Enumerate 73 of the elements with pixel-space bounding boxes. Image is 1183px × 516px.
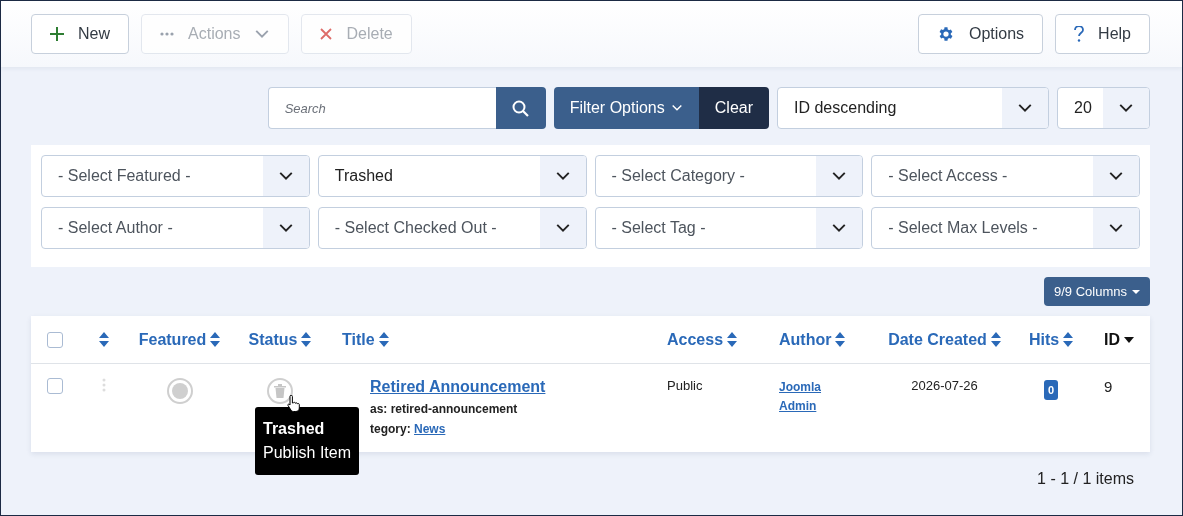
- category-link[interactable]: News: [414, 422, 446, 436]
- sort-icon: [727, 332, 738, 347]
- select-all-checkbox[interactable]: [47, 331, 63, 348]
- column-header[interactable]: Date Created: [888, 330, 1001, 349]
- clear-button[interactable]: Clear: [698, 87, 769, 129]
- options-button[interactable]: Options: [917, 14, 1044, 54]
- tooltip-title: Trashed: [263, 419, 326, 439]
- chevron-down-icon: [1017, 103, 1033, 113]
- chevron-down-icon: [1108, 171, 1124, 181]
- ordering-sort-link[interactable]: [99, 332, 109, 347]
- sort-icon: [210, 332, 221, 347]
- column-header[interactable]: Featured: [138, 330, 221, 349]
- chevron-down-icon: [554, 223, 571, 233]
- sort-icon: [378, 332, 389, 347]
- ellipsis-icon: [160, 32, 174, 36]
- category-label: tegory:: [370, 422, 411, 436]
- drag-handle-icon[interactable]: [102, 378, 106, 392]
- alias-text: as: retired-announcement: [370, 402, 518, 416]
- caret-icon: [1132, 289, 1140, 294]
- help-icon: [1074, 26, 1085, 42]
- filter-select[interactable]: Trashed: [317, 155, 587, 197]
- column-header[interactable]: Status: [248, 330, 312, 349]
- filter-select[interactable]: - Select Max Levels -: [871, 207, 1140, 249]
- chevron-down-icon: [1108, 223, 1124, 233]
- chevron-down-icon: [1118, 103, 1134, 113]
- columns-button[interactable]: 9/9 Columns: [1044, 277, 1150, 306]
- filter-select[interactable]: - Select Category -: [594, 155, 864, 197]
- pagination-text: 1 - 1 / 1 items: [1037, 470, 1134, 488]
- column-header[interactable]: Access: [667, 330, 738, 349]
- search-button[interactable]: [495, 87, 546, 129]
- access-text: Public: [667, 378, 703, 393]
- status-toggle[interactable]: [267, 378, 293, 404]
- column-header[interactable]: ID: [1104, 330, 1134, 349]
- column-header[interactable]: Title: [342, 330, 389, 349]
- column-header[interactable]: Author: [779, 330, 846, 349]
- help-button[interactable]: Help: [1055, 14, 1150, 54]
- filter-select[interactable]: - Select Tag -: [594, 207, 864, 249]
- featured-toggle[interactable]: [166, 378, 193, 404]
- filter-options-button[interactable]: Filter Options: [553, 87, 699, 129]
- sort-icon: [99, 332, 109, 347]
- tooltip-text: Publish Item: [263, 443, 352, 463]
- date-text: 2026-07-26: [911, 378, 978, 393]
- chevron-down-icon: [554, 171, 571, 181]
- new-button[interactable]: New: [31, 14, 129, 54]
- chevron-down-icon: [670, 104, 683, 112]
- search-field[interactable]: Search: [267, 87, 496, 129]
- id-text: 9: [1104, 378, 1113, 395]
- search-icon: [512, 99, 530, 117]
- ordering-select[interactable]: ID descending: [777, 87, 1049, 129]
- sort-icon: [1063, 332, 1074, 347]
- hits-count: 0: [1043, 380, 1059, 400]
- sort-icon: [301, 332, 312, 347]
- chevron-down-icon: [254, 29, 271, 39]
- sort-icon: [835, 332, 846, 347]
- chevron-down-icon: [831, 171, 848, 181]
- article-title-link[interactable]: Retired Announcement: [370, 378, 546, 396]
- filter-select[interactable]: - Select Access -: [871, 155, 1140, 197]
- filter-select[interactable]: - Select Checked Out -: [317, 207, 587, 249]
- chevron-down-icon: [277, 171, 294, 181]
- plus-icon: [50, 27, 64, 41]
- filter-select[interactable]: - Select Author -: [41, 207, 310, 249]
- chevron-down-icon: [831, 223, 848, 233]
- column-header[interactable]: Hits: [1028, 330, 1074, 349]
- sort-down-icon: [1124, 336, 1134, 343]
- dot-icon: [171, 383, 188, 399]
- trash-icon: [274, 384, 286, 398]
- sort-icon: [990, 332, 1001, 347]
- row-checkbox[interactable]: [47, 378, 63, 394]
- close-icon: [320, 28, 333, 40]
- author-link[interactable]: Joomla Admin: [779, 378, 829, 416]
- filter-select[interactable]: - Select Featured -: [41, 155, 310, 197]
- limit-select[interactable]: 20: [1057, 87, 1150, 129]
- chevron-down-icon: [277, 223, 294, 233]
